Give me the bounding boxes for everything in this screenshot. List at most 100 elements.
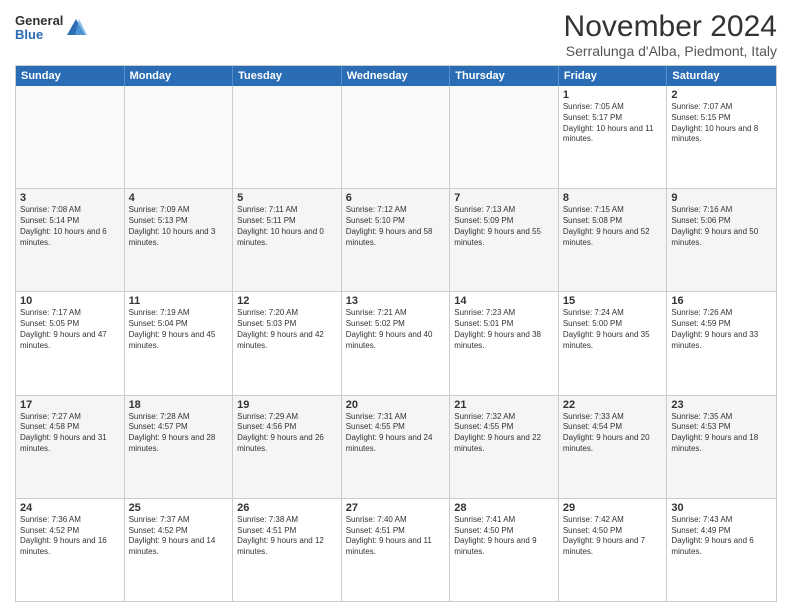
day-number: 15	[563, 295, 663, 307]
calendar-cell: 18Sunrise: 7:28 AM Sunset: 4:57 PM Dayli…	[125, 396, 234, 498]
logo: General Blue	[15, 14, 87, 43]
weekday-header: Sunday	[16, 66, 125, 86]
calendar-cell: 12Sunrise: 7:20 AM Sunset: 5:03 PM Dayli…	[233, 292, 342, 394]
weekday-header: Thursday	[450, 66, 559, 86]
calendar-cell: 6Sunrise: 7:12 AM Sunset: 5:10 PM Daylig…	[342, 189, 451, 291]
cell-info: Sunrise: 7:17 AM Sunset: 5:05 PM Dayligh…	[20, 308, 120, 351]
day-number: 10	[20, 295, 120, 307]
day-number: 7	[454, 192, 554, 204]
cell-info: Sunrise: 7:24 AM Sunset: 5:00 PM Dayligh…	[563, 308, 663, 351]
day-number: 14	[454, 295, 554, 307]
weekday-header: Friday	[559, 66, 668, 86]
weekday-header: Saturday	[667, 66, 776, 86]
calendar-row: 24Sunrise: 7:36 AM Sunset: 4:52 PM Dayli…	[16, 498, 776, 601]
calendar-cell: 11Sunrise: 7:19 AM Sunset: 5:04 PM Dayli…	[125, 292, 234, 394]
day-number: 2	[671, 89, 772, 101]
day-number: 8	[563, 192, 663, 204]
calendar-cell	[342, 86, 451, 188]
calendar-cell: 10Sunrise: 7:17 AM Sunset: 5:05 PM Dayli…	[16, 292, 125, 394]
page: General Blue November 2024 Serralunga d'…	[0, 0, 792, 612]
calendar: SundayMondayTuesdayWednesdayThursdayFrid…	[15, 65, 777, 602]
day-number: 19	[237, 399, 337, 411]
day-number: 11	[129, 295, 229, 307]
day-number: 5	[237, 192, 337, 204]
calendar-cell: 30Sunrise: 7:43 AM Sunset: 4:49 PM Dayli…	[667, 499, 776, 601]
day-number: 26	[237, 502, 337, 514]
day-number: 30	[671, 502, 772, 514]
day-number: 27	[346, 502, 446, 514]
cell-info: Sunrise: 7:37 AM Sunset: 4:52 PM Dayligh…	[129, 515, 229, 558]
weekday-header: Tuesday	[233, 66, 342, 86]
cell-info: Sunrise: 7:05 AM Sunset: 5:17 PM Dayligh…	[563, 102, 663, 145]
calendar-row: 3Sunrise: 7:08 AM Sunset: 5:14 PM Daylig…	[16, 188, 776, 291]
day-number: 23	[671, 399, 772, 411]
cell-info: Sunrise: 7:08 AM Sunset: 5:14 PM Dayligh…	[20, 205, 120, 248]
calendar-cell: 9Sunrise: 7:16 AM Sunset: 5:06 PM Daylig…	[667, 189, 776, 291]
day-number: 29	[563, 502, 663, 514]
calendar-row: 17Sunrise: 7:27 AM Sunset: 4:58 PM Dayli…	[16, 395, 776, 498]
calendar-cell: 14Sunrise: 7:23 AM Sunset: 5:01 PM Dayli…	[450, 292, 559, 394]
cell-info: Sunrise: 7:32 AM Sunset: 4:55 PM Dayligh…	[454, 412, 554, 455]
cell-info: Sunrise: 7:13 AM Sunset: 5:09 PM Dayligh…	[454, 205, 554, 248]
cell-info: Sunrise: 7:41 AM Sunset: 4:50 PM Dayligh…	[454, 515, 554, 558]
calendar-cell: 13Sunrise: 7:21 AM Sunset: 5:02 PM Dayli…	[342, 292, 451, 394]
day-number: 18	[129, 399, 229, 411]
day-number: 3	[20, 192, 120, 204]
calendar-cell: 29Sunrise: 7:42 AM Sunset: 4:50 PM Dayli…	[559, 499, 668, 601]
cell-info: Sunrise: 7:28 AM Sunset: 4:57 PM Dayligh…	[129, 412, 229, 455]
calendar-row: 1Sunrise: 7:05 AM Sunset: 5:17 PM Daylig…	[16, 86, 776, 188]
calendar-cell: 5Sunrise: 7:11 AM Sunset: 5:11 PM Daylig…	[233, 189, 342, 291]
calendar-cell: 7Sunrise: 7:13 AM Sunset: 5:09 PM Daylig…	[450, 189, 559, 291]
calendar-cell: 15Sunrise: 7:24 AM Sunset: 5:00 PM Dayli…	[559, 292, 668, 394]
cell-info: Sunrise: 7:40 AM Sunset: 4:51 PM Dayligh…	[346, 515, 446, 558]
location-subtitle: Serralunga d'Alba, Piedmont, Italy	[564, 43, 777, 59]
month-title: November 2024	[564, 10, 777, 43]
calendar-cell: 17Sunrise: 7:27 AM Sunset: 4:58 PM Dayli…	[16, 396, 125, 498]
day-number: 28	[454, 502, 554, 514]
day-number: 16	[671, 295, 772, 307]
calendar-cell: 21Sunrise: 7:32 AM Sunset: 4:55 PM Dayli…	[450, 396, 559, 498]
calendar-header: SundayMondayTuesdayWednesdayThursdayFrid…	[16, 66, 776, 86]
title-block: November 2024 Serralunga d'Alba, Piedmon…	[564, 10, 777, 59]
day-number: 9	[671, 192, 772, 204]
calendar-row: 10Sunrise: 7:17 AM Sunset: 5:05 PM Dayli…	[16, 291, 776, 394]
calendar-cell: 3Sunrise: 7:08 AM Sunset: 5:14 PM Daylig…	[16, 189, 125, 291]
cell-info: Sunrise: 7:16 AM Sunset: 5:06 PM Dayligh…	[671, 205, 772, 248]
calendar-cell: 25Sunrise: 7:37 AM Sunset: 4:52 PM Dayli…	[125, 499, 234, 601]
cell-info: Sunrise: 7:11 AM Sunset: 5:11 PM Dayligh…	[237, 205, 337, 248]
day-number: 25	[129, 502, 229, 514]
day-number: 21	[454, 399, 554, 411]
cell-info: Sunrise: 7:23 AM Sunset: 5:01 PM Dayligh…	[454, 308, 554, 351]
logo-icon	[65, 17, 87, 39]
day-number: 6	[346, 192, 446, 204]
calendar-cell: 1Sunrise: 7:05 AM Sunset: 5:17 PM Daylig…	[559, 86, 668, 188]
calendar-cell: 19Sunrise: 7:29 AM Sunset: 4:56 PM Dayli…	[233, 396, 342, 498]
calendar-cell: 2Sunrise: 7:07 AM Sunset: 5:15 PM Daylig…	[667, 86, 776, 188]
cell-info: Sunrise: 7:36 AM Sunset: 4:52 PM Dayligh…	[20, 515, 120, 558]
weekday-header: Monday	[125, 66, 234, 86]
day-number: 24	[20, 502, 120, 514]
calendar-cell	[125, 86, 234, 188]
cell-info: Sunrise: 7:27 AM Sunset: 4:58 PM Dayligh…	[20, 412, 120, 455]
calendar-cell	[450, 86, 559, 188]
cell-info: Sunrise: 7:42 AM Sunset: 4:50 PM Dayligh…	[563, 515, 663, 558]
day-number: 20	[346, 399, 446, 411]
day-number: 22	[563, 399, 663, 411]
calendar-cell: 8Sunrise: 7:15 AM Sunset: 5:08 PM Daylig…	[559, 189, 668, 291]
day-number: 4	[129, 192, 229, 204]
calendar-cell: 22Sunrise: 7:33 AM Sunset: 4:54 PM Dayli…	[559, 396, 668, 498]
cell-info: Sunrise: 7:09 AM Sunset: 5:13 PM Dayligh…	[129, 205, 229, 248]
calendar-cell: 28Sunrise: 7:41 AM Sunset: 4:50 PM Dayli…	[450, 499, 559, 601]
calendar-cell: 20Sunrise: 7:31 AM Sunset: 4:55 PM Dayli…	[342, 396, 451, 498]
weekday-header: Wednesday	[342, 66, 451, 86]
cell-info: Sunrise: 7:20 AM Sunset: 5:03 PM Dayligh…	[237, 308, 337, 351]
logo-blue: Blue	[15, 28, 63, 42]
cell-info: Sunrise: 7:31 AM Sunset: 4:55 PM Dayligh…	[346, 412, 446, 455]
cell-info: Sunrise: 7:35 AM Sunset: 4:53 PM Dayligh…	[671, 412, 772, 455]
header: General Blue November 2024 Serralunga d'…	[15, 10, 777, 59]
calendar-body: 1Sunrise: 7:05 AM Sunset: 5:17 PM Daylig…	[16, 86, 776, 601]
calendar-cell: 16Sunrise: 7:26 AM Sunset: 4:59 PM Dayli…	[667, 292, 776, 394]
cell-info: Sunrise: 7:33 AM Sunset: 4:54 PM Dayligh…	[563, 412, 663, 455]
calendar-cell: 23Sunrise: 7:35 AM Sunset: 4:53 PM Dayli…	[667, 396, 776, 498]
logo-general: General	[15, 14, 63, 28]
